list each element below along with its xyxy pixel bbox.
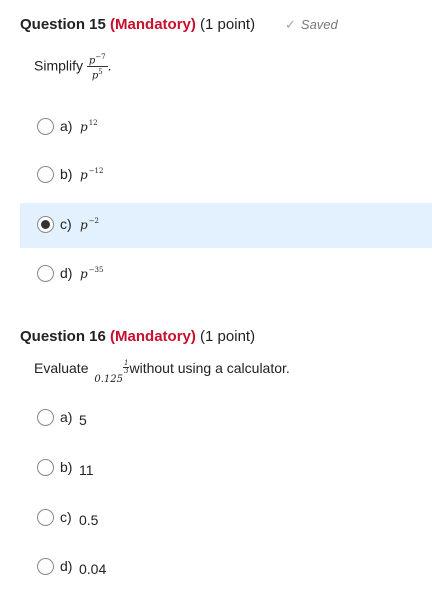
option-base: p [80, 168, 88, 182]
saved-label: Saved [300, 17, 338, 32]
points-label: (1 point) [200, 328, 256, 345]
points-label: (1 point) [200, 16, 256, 33]
option-exponent: −2 [88, 217, 100, 225]
option-letter: b) [60, 166, 73, 182]
radio-button[interactable] [37, 509, 54, 526]
option-row[interactable]: a) p12 [20, 105, 432, 150]
option-row[interactable]: d) 0.04 [20, 545, 432, 590]
math-base: 0.125 [94, 374, 124, 385]
prompt-text: Evaluate [34, 360, 89, 376]
option-letter: d) [60, 558, 73, 574]
option-letter: b) [60, 459, 73, 475]
radio-button[interactable] [37, 459, 54, 476]
option-value: 0.5 [79, 512, 99, 528]
option-row[interactable]: b) p−12 [20, 153, 432, 198]
option-letter: c) [60, 216, 72, 232]
option-value: p−12 [80, 167, 103, 182]
option-base: p [80, 120, 88, 134]
radio-button[interactable] [37, 409, 54, 426]
option-row[interactable]: c) 0.5 [20, 496, 432, 541]
numerator-exponent: −7 [95, 53, 106, 61]
option-letter: a) [60, 409, 73, 425]
exponent-denominator: 3 [124, 366, 129, 375]
prompt-rest: without using a calculator. [129, 360, 290, 376]
option-value: 0.04 [79, 561, 107, 577]
question-15-title: Question 15 (Mandatory) (1 point) [20, 16, 255, 33]
option-base: p [80, 218, 88, 232]
fraction-expression: p−7 p5 [86, 52, 108, 82]
radio-button[interactable] [37, 166, 54, 183]
saved-status: ✓ Saved [285, 17, 338, 33]
option-row[interactable]: d) p−35 [20, 252, 432, 297]
denominator-exponent: 5 [98, 68, 103, 77]
radio-button[interactable] [37, 265, 54, 282]
question-number: Question 15 [20, 16, 106, 33]
question-16-title: Question 16 (Mandatory) (1 point) [20, 328, 255, 345]
checkmark-icon: ✓ [285, 17, 296, 32]
option-exponent: −35 [88, 266, 104, 274]
option-row[interactable]: c) p−2 [20, 203, 432, 248]
mandatory-label: (Mandatory) [110, 328, 196, 345]
prompt-end: . [107, 57, 112, 74]
option-letter: a) [60, 118, 73, 134]
prompt-text: Simplify [34, 57, 84, 74]
radio-button[interactable] [37, 216, 54, 233]
mandatory-label: (Mandatory) [110, 16, 196, 33]
option-value: 11 [79, 462, 94, 478]
radio-button[interactable] [37, 118, 54, 135]
question-number: Question 16 [20, 328, 106, 345]
option-letter: d) [60, 265, 73, 281]
option-exponent: 12 [88, 119, 98, 127]
option-exponent: −12 [88, 167, 104, 175]
math-exponent: 1 3 [123, 359, 130, 375]
question-15-prompt: Simplify p−7 p5 . [34, 52, 112, 82]
option-value: p−35 [80, 266, 103, 281]
radio-button[interactable] [37, 558, 54, 575]
option-value: 5 [79, 412, 87, 428]
option-row[interactable]: b) 11 [20, 446, 432, 491]
option-letter: c) [60, 509, 72, 525]
option-base: p [80, 267, 88, 281]
question-16-prompt: Evaluate 0.125 1 3 without using a calcu… [34, 359, 290, 385]
option-value: p12 [80, 119, 98, 134]
option-value: p−2 [80, 217, 99, 232]
option-row[interactable]: a) 5 [20, 396, 432, 441]
